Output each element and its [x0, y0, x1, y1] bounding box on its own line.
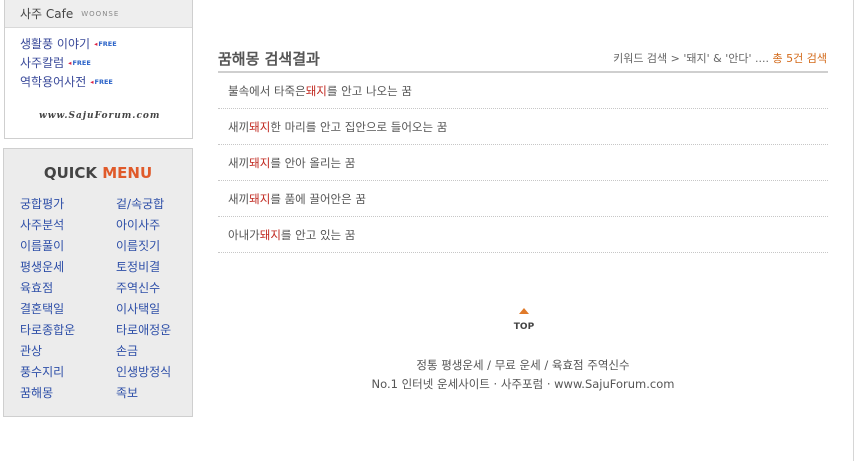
quick-menu-item[interactable]: 타로애정운	[116, 320, 190, 341]
result-text: 새끼	[228, 155, 250, 170]
cafe-header: 사주 Cafe WOONSE	[5, 0, 192, 28]
quick-menu-item[interactable]: 겉/속궁합	[116, 194, 190, 215]
result-item[interactable]: 아내가 돼지 를 안고 있는 꿈	[218, 217, 828, 253]
quick-menu-item[interactable]: 평생운세	[20, 257, 116, 278]
result-item[interactable]: 새끼 돼지 를 안아 올리는 꿈	[218, 145, 828, 181]
arrow-left-icon: ◂	[68, 58, 72, 67]
cafe-link-list: 생활풍 이야기 ◂FREE 사주칼럼 ◂FREE 역학용어사전 ◂FREE	[5, 28, 192, 91]
result-keyword: 돼지	[249, 119, 271, 134]
result-text: 를 품에 끌어안은 꿈	[270, 191, 366, 206]
quick-menu-title-quick: QUICK	[43, 164, 97, 182]
result-keyword: 돼지	[249, 155, 271, 170]
quick-menu-item[interactable]: 이사택일	[116, 299, 190, 320]
result-text: 한 마리를 안고 집안으로 들어오는 꿈	[270, 119, 448, 134]
site-logo[interactable]: www.SajuForum.com	[39, 111, 160, 121]
quick-menu-item[interactable]: 이름짓기	[116, 236, 190, 257]
arrow-up-icon	[519, 308, 529, 314]
quick-menu: QUICK MENU 궁합평가 겉/속궁합 사주분석 아이사주 이름풀이 이름짓…	[3, 148, 193, 417]
page-title: 꿈해몽 검색결과	[218, 50, 320, 68]
quick-menu-item[interactable]: 관상	[20, 341, 116, 362]
footer-site-info: No.1 인터넷 운세사이트 · 사주포럼 · www.SajuForum.co…	[371, 377, 675, 391]
quick-menu-item[interactable]: 토정비결	[116, 257, 190, 278]
result-text: 불속에서 타죽은	[228, 83, 306, 98]
free-badge: ◂FREE	[68, 59, 91, 67]
quick-menu-item[interactable]: 꿈해몽	[20, 383, 116, 404]
cafe-link-dictionary[interactable]: 역학용어사전 ◂FREE	[20, 72, 192, 91]
breadcrumb: 키워드 검색 > '돼지' & '안다' .... 총 5건 검색	[613, 50, 827, 66]
quick-menu-item[interactable]: 이름풀이	[20, 236, 116, 257]
quick-menu-item[interactable]: 주역신수	[116, 278, 190, 299]
result-count: 총 5건 검색	[772, 52, 827, 65]
cafe-title[interactable]: 사주 Cafe	[20, 5, 73, 22]
result-text: 아내가	[228, 227, 260, 242]
cafe-link-label: 사주칼럼	[20, 56, 65, 70]
quick-menu-item[interactable]: 풍수지리	[20, 362, 116, 383]
arrow-left-icon: ◂	[94, 39, 98, 48]
free-badge-text: FREE	[94, 77, 113, 86]
quick-menu-item[interactable]: 궁합평가	[20, 194, 116, 215]
result-text: 새끼	[228, 191, 250, 206]
result-item[interactable]: 새끼 돼지 한 마리를 안고 집안으로 들어오는 꿈	[218, 109, 828, 145]
cafe-link-label: 역학용어사전	[20, 75, 87, 89]
breadcrumb-path: 키워드 검색 > '돼지' & '안다' ....	[613, 52, 770, 65]
footer-services: 정통 평생운세 / 무료 운세 / 육효점 주역신수	[416, 358, 630, 372]
quick-menu-item[interactable]: 아이사주	[116, 215, 190, 236]
result-text: 를 안고 나오는 꿈	[326, 83, 412, 98]
quick-menu-item[interactable]: 인생방정식	[116, 362, 190, 383]
quick-menu-title: QUICK MENU	[4, 164, 192, 182]
free-badge: ◂FREE	[90, 78, 113, 86]
result-item[interactable]: 새끼 돼지 를 품에 끌어안은 꿈	[218, 181, 828, 217]
quick-menu-item[interactable]: 육효점	[20, 278, 116, 299]
quick-menu-item[interactable]: 족보	[116, 383, 190, 404]
result-text: 새끼	[228, 119, 250, 134]
cafe-subtitle: WOONSE	[81, 9, 120, 18]
quick-menu-title-menu: MENU	[102, 164, 153, 182]
top-button-label: TOP	[513, 322, 535, 332]
result-keyword: 돼지	[305, 83, 327, 98]
result-list: 불속에서 타죽은 돼지 를 안고 나오는 꿈 새끼 돼지 한 마리를 안고 집안으…	[218, 73, 828, 253]
cafe-link-column[interactable]: 사주칼럼 ◂FREE	[20, 53, 192, 72]
free-badge: ◂FREE	[94, 40, 117, 48]
result-keyword: 돼지	[259, 227, 281, 242]
quick-menu-item[interactable]: 타로종합운	[20, 320, 116, 341]
free-badge-text: FREE	[72, 58, 91, 67]
arrow-left-icon: ◂	[90, 77, 94, 86]
quick-menu-item[interactable]: 결혼택일	[20, 299, 116, 320]
quick-menu-item[interactable]: 사주분석	[20, 215, 116, 236]
result-item[interactable]: 불속에서 타죽은 돼지 를 안고 나오는 꿈	[218, 73, 828, 109]
result-keyword: 돼지	[249, 191, 271, 206]
cafe-link-life-story[interactable]: 생활풍 이야기 ◂FREE	[20, 34, 192, 53]
cafe-link-label: 생활풍 이야기	[20, 37, 91, 51]
quick-menu-item[interactable]: 손금	[116, 341, 190, 362]
quick-menu-list: 궁합평가 겉/속궁합 사주분석 아이사주 이름풀이 이름짓기 평생운세 토정비결…	[20, 194, 190, 404]
cafe-box: 사주 Cafe WOONSE 생활풍 이야기 ◂FREE 사주칼럼 ◂FREE …	[4, 0, 193, 139]
free-badge-text: FREE	[98, 39, 117, 48]
page-right-border	[853, 0, 854, 461]
result-text: 를 안아 올리는 꿈	[270, 155, 356, 170]
result-text: 를 안고 있는 꿈	[280, 227, 356, 242]
top-button[interactable]: TOP	[511, 308, 537, 333]
